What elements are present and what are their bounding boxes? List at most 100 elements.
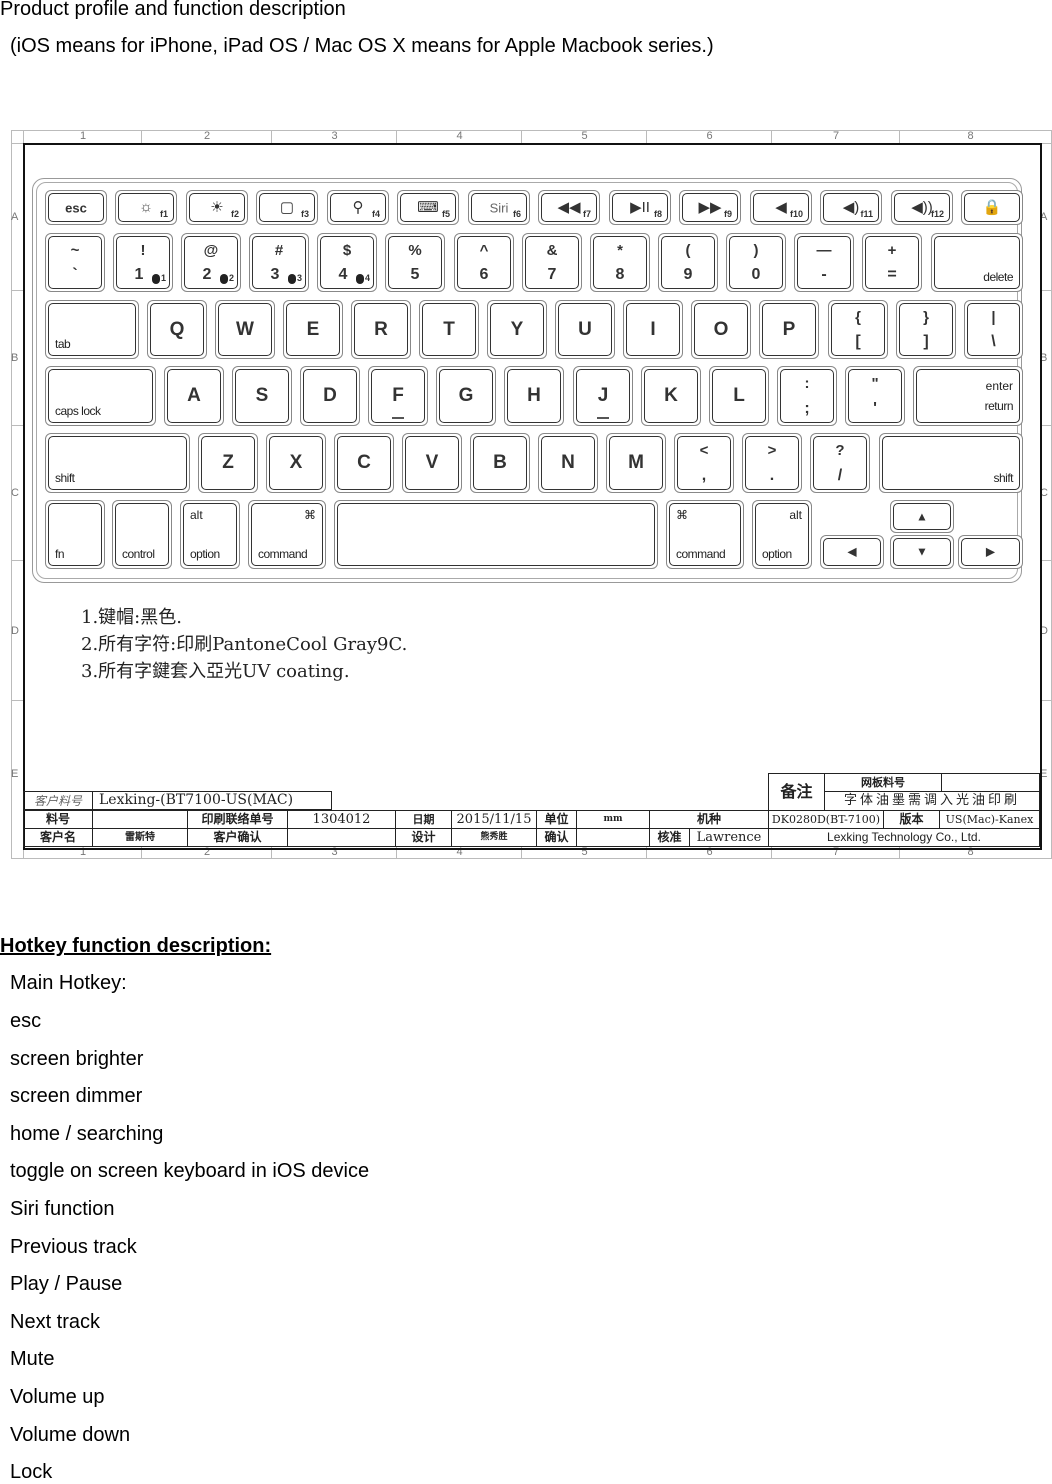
key-label: G xyxy=(458,385,474,406)
key-label: S xyxy=(255,385,269,406)
fn-label: f10 xyxy=(789,209,803,219)
key-e: E xyxy=(283,300,343,359)
remarks-label: 备注 xyxy=(768,773,825,811)
key-shift-label: : xyxy=(804,375,810,392)
key-label: enter xyxy=(985,379,1013,393)
key-6: ^ 6 xyxy=(454,233,514,292)
key-5: % 5 xyxy=(385,233,445,292)
key-`: ~ ` xyxy=(45,233,105,292)
key-1: ! 1 1 xyxy=(113,233,173,292)
key-label: , xyxy=(701,467,707,484)
key-shift-label: — xyxy=(816,242,832,259)
key--: — - xyxy=(794,233,854,292)
key-label: R xyxy=(374,318,388,340)
key-label: W xyxy=(236,318,254,340)
key-shift-label: + xyxy=(887,242,897,259)
key-label: 6 xyxy=(479,266,489,283)
fn-label: f3 xyxy=(300,209,309,219)
key-.: >. xyxy=(742,433,802,493)
key-label: 8 xyxy=(615,266,625,283)
hotkey-item: Volume down xyxy=(10,1423,131,1446)
design-value: 熊秀胜 xyxy=(451,828,537,847)
key-shift-label: * xyxy=(617,242,623,259)
key-label: N xyxy=(561,452,575,473)
badge-number: 4 xyxy=(364,273,370,284)
bluetooth-channel-icon xyxy=(287,274,296,284)
key-label: D xyxy=(323,385,337,406)
hotkey-item: home / searching xyxy=(10,1122,164,1145)
ruler-row-label: A xyxy=(11,143,23,291)
arrow-right-icon: ▶ xyxy=(985,544,996,559)
key-9: (9 xyxy=(658,233,718,292)
key-label: 0 xyxy=(751,266,761,283)
hotkey-item: Play / Pause xyxy=(10,1273,123,1296)
key-label: K xyxy=(664,385,678,406)
key-label: fn xyxy=(55,547,65,561)
key-control: control xyxy=(112,500,172,569)
key-j: J xyxy=(573,366,633,426)
key-u: U xyxy=(555,300,615,359)
key-label: O xyxy=(713,318,729,340)
key-label: T xyxy=(443,318,455,340)
key-b: B xyxy=(470,433,530,493)
hotkey-item: screen dimmer xyxy=(10,1085,143,1108)
keyboard-drawing: 12345678 12345678 ABCDE ABCDE esc ☼ f1 ☀ f2 ▢… xyxy=(11,130,1052,859)
key-n: N xyxy=(538,433,598,493)
hotkey-item: Mute xyxy=(10,1348,55,1371)
key-i: I xyxy=(623,300,683,359)
key-3: #3 3 xyxy=(249,233,309,292)
key-lock: 🔒 xyxy=(961,190,1023,225)
key-f3: ▢ f3 xyxy=(256,190,318,225)
key-shift-label: & xyxy=(546,242,558,259)
key-shift: shift xyxy=(879,433,1023,493)
hotkey-item: toggle on screen keyboard in iOS device xyxy=(10,1160,370,1183)
version-value: US(Mac)-Kanex xyxy=(939,810,1040,829)
fn-label: f8 xyxy=(653,209,662,219)
command-icon: ⌘ xyxy=(304,508,316,522)
key-x: X xyxy=(266,433,326,493)
key-shift-label: ? xyxy=(835,442,845,459)
print-order-label: 印刷联络单号 xyxy=(187,810,288,829)
key-label: 5 xyxy=(410,266,420,283)
hotkey-item: Previous track xyxy=(10,1235,137,1258)
key-label: P xyxy=(782,318,796,340)
command-icon: ⌘ xyxy=(676,508,688,522)
key-label: command xyxy=(258,547,308,561)
hotkey-item: Lock xyxy=(10,1461,53,1484)
key-f: F xyxy=(368,366,428,426)
key-label: ] xyxy=(923,333,929,350)
key-command: command ⌘ xyxy=(248,500,326,569)
badge-number: 2 xyxy=(228,273,234,284)
fn-label: f11 xyxy=(860,209,873,219)
key-label: . xyxy=(769,467,775,484)
home-row-bump xyxy=(392,417,404,419)
customer-confirm-value xyxy=(287,828,396,847)
key-label: L xyxy=(733,385,745,406)
key-o: O xyxy=(691,300,751,359)
key-label: Z xyxy=(222,452,234,473)
key-a: A xyxy=(164,366,224,426)
key-arrow-right: ▶ xyxy=(958,535,1023,569)
fn-label: f7 xyxy=(582,209,591,219)
key-shift-label: % xyxy=(408,242,422,259)
key-alt-label: alt xyxy=(190,508,203,522)
key-z: Z xyxy=(198,433,258,493)
key-t: T xyxy=(419,300,479,359)
key-command: command ⌘ xyxy=(666,500,744,569)
key-label: Q xyxy=(169,318,185,340)
ruler-column-label: 3 xyxy=(271,130,397,143)
hotkey-heading: Main Hotkey: xyxy=(10,972,127,994)
lock-icon: 🔒 xyxy=(982,198,1002,216)
print-order-value: 1304012 xyxy=(287,810,396,829)
key-c: C xyxy=(334,433,394,493)
bluetooth-channel-icon xyxy=(355,274,364,284)
key-,: <, xyxy=(674,433,734,493)
key-alt-label: alt xyxy=(789,508,802,522)
key-label: esc xyxy=(65,200,87,215)
key-label: ; xyxy=(804,400,810,417)
approve-value: Lawrence xyxy=(689,828,769,847)
device-channel-badge: 1 xyxy=(151,273,166,284)
key-label: E xyxy=(306,318,320,340)
key-l: L xyxy=(709,366,769,426)
key-label: M xyxy=(628,452,644,473)
